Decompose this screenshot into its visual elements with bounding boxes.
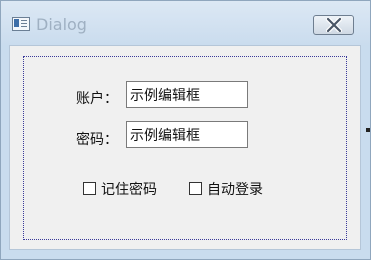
app-icon-line: [21, 20, 27, 21]
auto-login-checkbox[interactable]: [189, 182, 202, 195]
app-icon: [12, 17, 30, 31]
auto-login-label[interactable]: 自动登录: [207, 179, 263, 199]
close-icon: [326, 18, 342, 32]
dialog-window: Dialog 账户： 示例编辑框 密码： 示例编辑框 记住密码 自动登录: [0, 0, 371, 260]
app-icon-line: [21, 23, 27, 24]
app-icon-line: [21, 26, 27, 27]
account-label: 账户：: [76, 91, 118, 107]
close-button[interactable]: [313, 15, 354, 35]
title-bar[interactable]: Dialog: [1, 1, 370, 45]
remember-password-label[interactable]: 记住密码: [101, 179, 157, 199]
password-label: 密码：: [76, 132, 118, 148]
app-icon-bar: [14, 19, 19, 27]
remember-password-checkbox[interactable]: [83, 182, 96, 195]
resize-handle[interactable]: [366, 128, 370, 132]
window-title: Dialog: [36, 15, 87, 34]
account-input[interactable]: 示例编辑框: [126, 81, 248, 108]
password-input[interactable]: 示例编辑框: [126, 121, 248, 148]
dialog-client-area: 账户： 示例编辑框 密码： 示例编辑框 记住密码 自动登录: [9, 45, 361, 250]
